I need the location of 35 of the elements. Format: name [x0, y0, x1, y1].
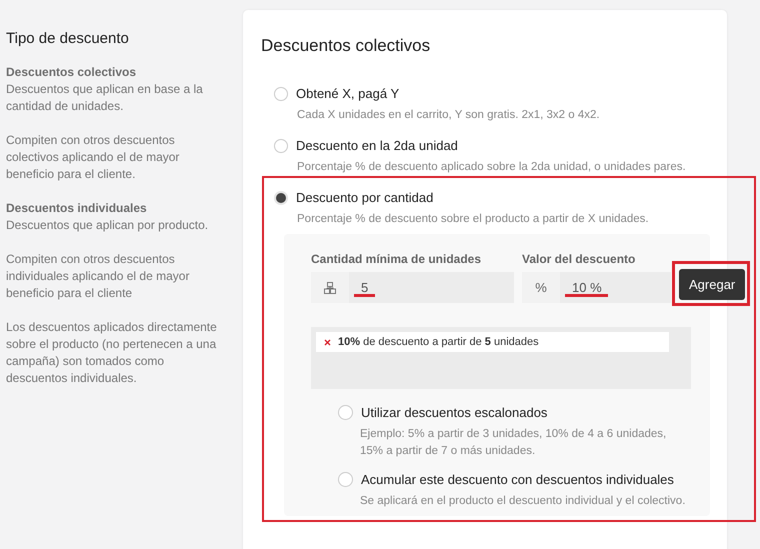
sidebar-text: Los descuentos aplicados directamente sobre el producto (no pertenecen a una campaña) son tomados como descuentos individuales. [6, 319, 218, 387]
add-button[interactable]: Agregar [679, 269, 746, 300]
option-label[interactable]: Acumular este descuento con descuentos individuales [361, 472, 674, 487]
card-title: Descuentos colectivos [261, 36, 432, 56]
option-description: Porcentaje % de descuento sobre el producto a partir de X unidades. [296, 212, 650, 227]
option-description: Cada X unidades en el carrito, Y son gratis. 2x1, 3x2 o 4x2. [296, 108, 601, 123]
radio-button[interactable] [274, 190, 288, 204]
field-label: Cantidad mínima de unidades [311, 252, 482, 266]
sidebar-heading: Descuentos colectivos [6, 64, 138, 81]
boxes-icon [324, 282, 336, 294]
radio-button[interactable] [274, 86, 288, 100]
annotation-underline [565, 294, 608, 297]
option-description: Se aplicará en el producto el descuento individual y el colectivo. [359, 494, 686, 509]
option-label[interactable]: Descuento en la 2da unidad [296, 138, 458, 153]
sidebar-title: Tipo de descuento [6, 30, 130, 47]
rule-tag: 10% de descuento a partir de 5 unidades [316, 332, 669, 352]
option-description: Ejemplo: 5% a partir de 3 unidades, 10% de 4 a 6 unidades, 15% a partir de 7 o más unidades. [359, 427, 668, 459]
sidebar-text: Compiten con otros descuentos colectivos aplicando el de mayor beneficio para el cliente. [6, 132, 180, 183]
annotation-underline [354, 294, 375, 297]
option-label[interactable]: Utilizar descuentos escalonados [361, 405, 548, 420]
sidebar-text: Compiten con otros descuentos individuales aplicando el de mayor beneficio para el cliente [6, 251, 190, 302]
sidebar-text: Descuentos que aplican por producto. [6, 217, 210, 234]
radio-button[interactable] [274, 138, 288, 152]
radio-button[interactable] [338, 472, 353, 487]
sidebar-text: Descuentos que aplican en base a la cantidad de unidades. [6, 81, 204, 115]
field-prefix: % [522, 272, 560, 303]
option-label[interactable]: Descuento por cantidad [296, 190, 434, 205]
input-field[interactable]: 10 % [560, 272, 671, 303]
sidebar-heading: Descuentos individuales [6, 200, 148, 217]
field-label: Valor del descuento [522, 252, 636, 266]
remove-icon[interactable] [324, 338, 331, 346]
radio-button[interactable] [338, 405, 353, 420]
option-description: Porcentaje % de descuento aplicado sobre la 2da unidad, o unidades pares. [296, 160, 687, 175]
input-field[interactable]: 5 [349, 272, 514, 303]
option-label[interactable]: Obtené X, pagá Y [296, 86, 400, 101]
